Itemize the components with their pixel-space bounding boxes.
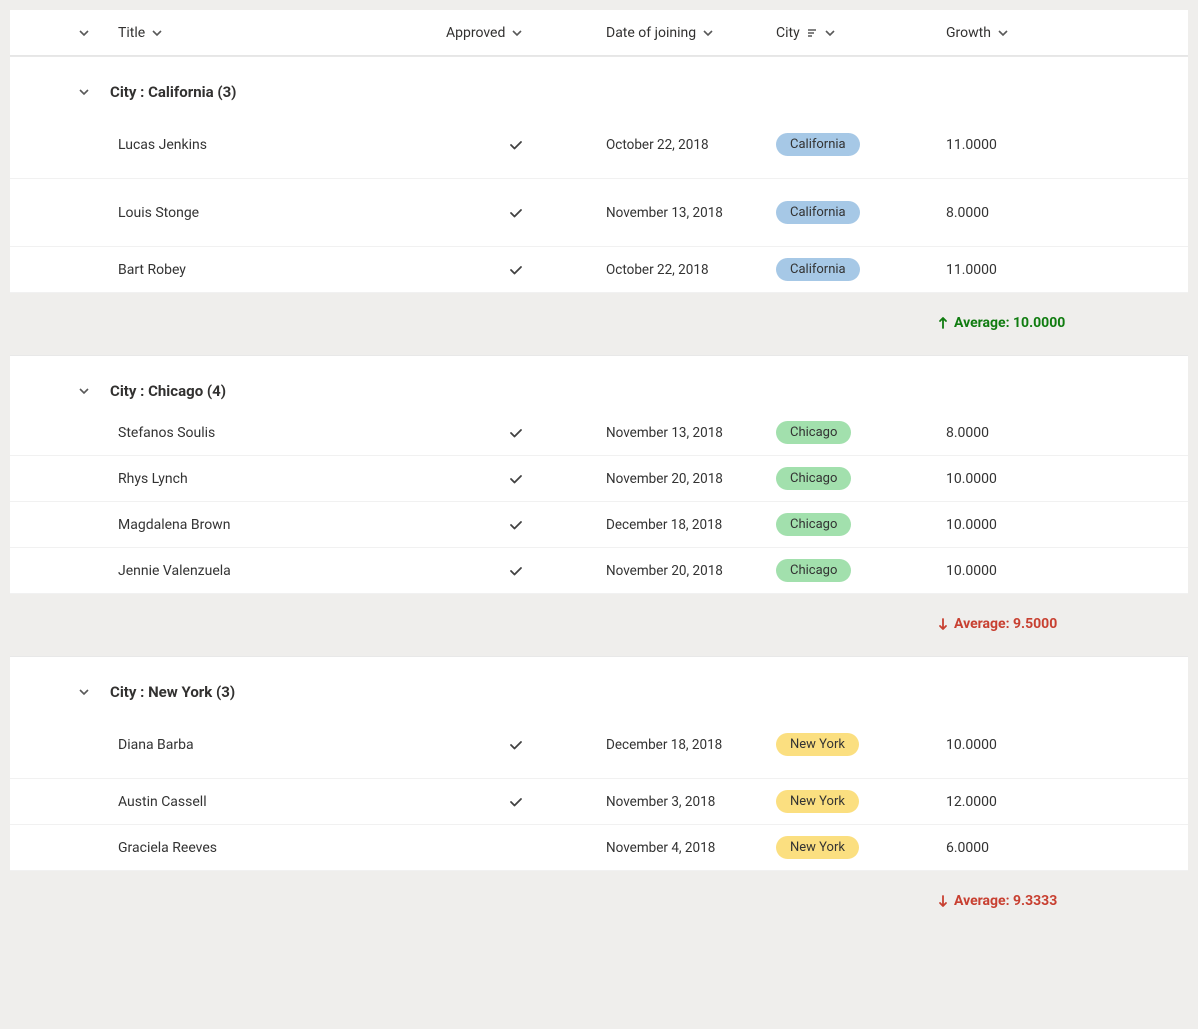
row-date: October 22, 2018 bbox=[606, 262, 709, 278]
city-tag: Chicago bbox=[776, 559, 851, 582]
group-header[interactable]: City : New York (3) bbox=[10, 657, 1188, 711]
city-tag: California bbox=[776, 201, 860, 224]
row-growth: 6.0000 bbox=[946, 840, 989, 856]
column-header-growth[interactable]: Growth bbox=[938, 25, 1188, 41]
group-title: City : Chicago (4) bbox=[110, 382, 226, 400]
table-group: City : California (3) Lucas Jenkins Octo… bbox=[10, 56, 1188, 355]
group-title: City : California (3) bbox=[110, 83, 236, 101]
table-header: Title Approved Date of joining City bbox=[10, 10, 1188, 56]
chevron-down-icon[interactable] bbox=[78, 86, 90, 98]
chevron-down-icon bbox=[997, 27, 1009, 39]
row-title: Lucas Jenkins bbox=[118, 137, 207, 153]
check-icon bbox=[446, 137, 524, 153]
table-group: City : Chicago (4) Stefanos Soulis Novem… bbox=[10, 355, 1188, 656]
table-group: City : New York (3) Diana Barba December… bbox=[10, 656, 1188, 933]
city-tag: Chicago bbox=[776, 467, 851, 490]
city-tag: New York bbox=[776, 836, 859, 859]
row-title: Louis Stonge bbox=[118, 205, 199, 221]
row-title: Bart Robey bbox=[118, 262, 186, 278]
row-growth: 11.0000 bbox=[946, 137, 997, 153]
summary-text: Average: 9.3333 bbox=[954, 893, 1057, 909]
column-header-title[interactable]: Title bbox=[110, 25, 438, 41]
table-row[interactable]: Graciela Reeves November 4, 2018 New Yor… bbox=[10, 825, 1188, 871]
city-tag: New York bbox=[776, 733, 859, 756]
table-row[interactable]: Jennie Valenzuela November 20, 2018 Chic… bbox=[10, 548, 1188, 594]
row-title: Rhys Lynch bbox=[118, 471, 188, 487]
arrow-up-icon bbox=[938, 316, 948, 330]
row-title: Graciela Reeves bbox=[118, 840, 217, 856]
column-header-approved-label: Approved bbox=[446, 25, 505, 41]
row-growth: 11.0000 bbox=[946, 262, 997, 278]
row-date: November 20, 2018 bbox=[606, 563, 723, 579]
table-row[interactable]: Lucas Jenkins October 22, 2018 Californi… bbox=[10, 111, 1188, 179]
column-header-date[interactable]: Date of joining bbox=[598, 25, 768, 41]
chevron-down-icon[interactable] bbox=[78, 385, 90, 397]
chevron-down-icon bbox=[702, 27, 714, 39]
chevron-down-icon[interactable] bbox=[78, 686, 90, 698]
row-date: October 22, 2018 bbox=[606, 137, 709, 153]
row-title: Stefanos Soulis bbox=[118, 425, 215, 441]
check-icon bbox=[446, 205, 524, 221]
row-growth: 10.0000 bbox=[946, 517, 997, 533]
row-date: November 3, 2018 bbox=[606, 794, 715, 810]
group-header[interactable]: City : California (3) bbox=[10, 57, 1188, 111]
city-tag: Chicago bbox=[776, 421, 851, 444]
data-table: Title Approved Date of joining City bbox=[10, 10, 1188, 933]
table-row[interactable]: Stefanos Soulis November 13, 2018 Chicag… bbox=[10, 410, 1188, 456]
row-date: November 13, 2018 bbox=[606, 425, 723, 441]
row-growth: 12.0000 bbox=[946, 794, 997, 810]
table-row[interactable]: Bart Robey October 22, 2018 California 1… bbox=[10, 247, 1188, 293]
chevron-down-icon[interactable] bbox=[78, 27, 90, 39]
summary-text: Average: 10.0000 bbox=[954, 315, 1065, 331]
group-title: City : New York (3) bbox=[110, 683, 235, 701]
summary-text: Average: 9.5000 bbox=[954, 616, 1057, 632]
row-date: November 4, 2018 bbox=[606, 840, 715, 856]
column-header-date-label: Date of joining bbox=[606, 25, 696, 41]
column-header-city[interactable]: City bbox=[768, 25, 938, 41]
city-tag: California bbox=[776, 258, 860, 281]
group-header[interactable]: City : Chicago (4) bbox=[10, 356, 1188, 410]
check-icon bbox=[446, 563, 524, 579]
chevron-down-icon bbox=[511, 27, 523, 39]
row-title: Magdalena Brown bbox=[118, 517, 230, 533]
check-icon bbox=[446, 425, 524, 441]
table-row[interactable]: Austin Cassell November 3, 2018 New York… bbox=[10, 779, 1188, 825]
row-growth: 8.0000 bbox=[946, 425, 989, 441]
check-icon bbox=[446, 737, 524, 753]
row-date: November 13, 2018 bbox=[606, 205, 723, 221]
row-date: December 18, 2018 bbox=[606, 517, 722, 533]
row-growth: 10.0000 bbox=[946, 471, 997, 487]
column-header-growth-label: Growth bbox=[946, 25, 991, 41]
arrow-down-icon bbox=[938, 617, 948, 631]
row-growth: 8.0000 bbox=[946, 205, 989, 221]
city-tag: New York bbox=[776, 790, 859, 813]
group-summary: Average: 9.3333 bbox=[10, 871, 1188, 933]
row-title: Jennie Valenzuela bbox=[118, 563, 231, 579]
row-title: Austin Cassell bbox=[118, 794, 207, 810]
chevron-down-icon bbox=[824, 27, 836, 39]
check-icon bbox=[446, 471, 524, 487]
group-summary: Average: 9.5000 bbox=[10, 594, 1188, 656]
group-by-icon bbox=[806, 27, 818, 39]
check-icon bbox=[446, 262, 524, 278]
table-row[interactable]: Rhys Lynch November 20, 2018 Chicago 10.… bbox=[10, 456, 1188, 502]
column-header-approved[interactable]: Approved bbox=[438, 25, 598, 41]
group-summary: Average: 10.0000 bbox=[10, 293, 1188, 355]
arrow-down-icon bbox=[938, 894, 948, 908]
row-growth: 10.0000 bbox=[946, 737, 997, 753]
row-date: November 20, 2018 bbox=[606, 471, 723, 487]
column-header-title-label: Title bbox=[118, 25, 145, 41]
row-date: December 18, 2018 bbox=[606, 737, 722, 753]
chevron-down-icon bbox=[151, 27, 163, 39]
table-row[interactable]: Magdalena Brown December 18, 2018 Chicag… bbox=[10, 502, 1188, 548]
row-title: Diana Barba bbox=[118, 737, 194, 753]
column-header-city-label: City bbox=[776, 25, 800, 41]
table-row[interactable]: Diana Barba December 18, 2018 New York 1… bbox=[10, 711, 1188, 779]
table-row[interactable]: Louis Stonge November 13, 2018 Californi… bbox=[10, 179, 1188, 247]
check-icon bbox=[446, 794, 524, 810]
city-tag: California bbox=[776, 133, 860, 156]
row-growth: 10.0000 bbox=[946, 563, 997, 579]
city-tag: Chicago bbox=[776, 513, 851, 536]
check-icon bbox=[446, 517, 524, 533]
